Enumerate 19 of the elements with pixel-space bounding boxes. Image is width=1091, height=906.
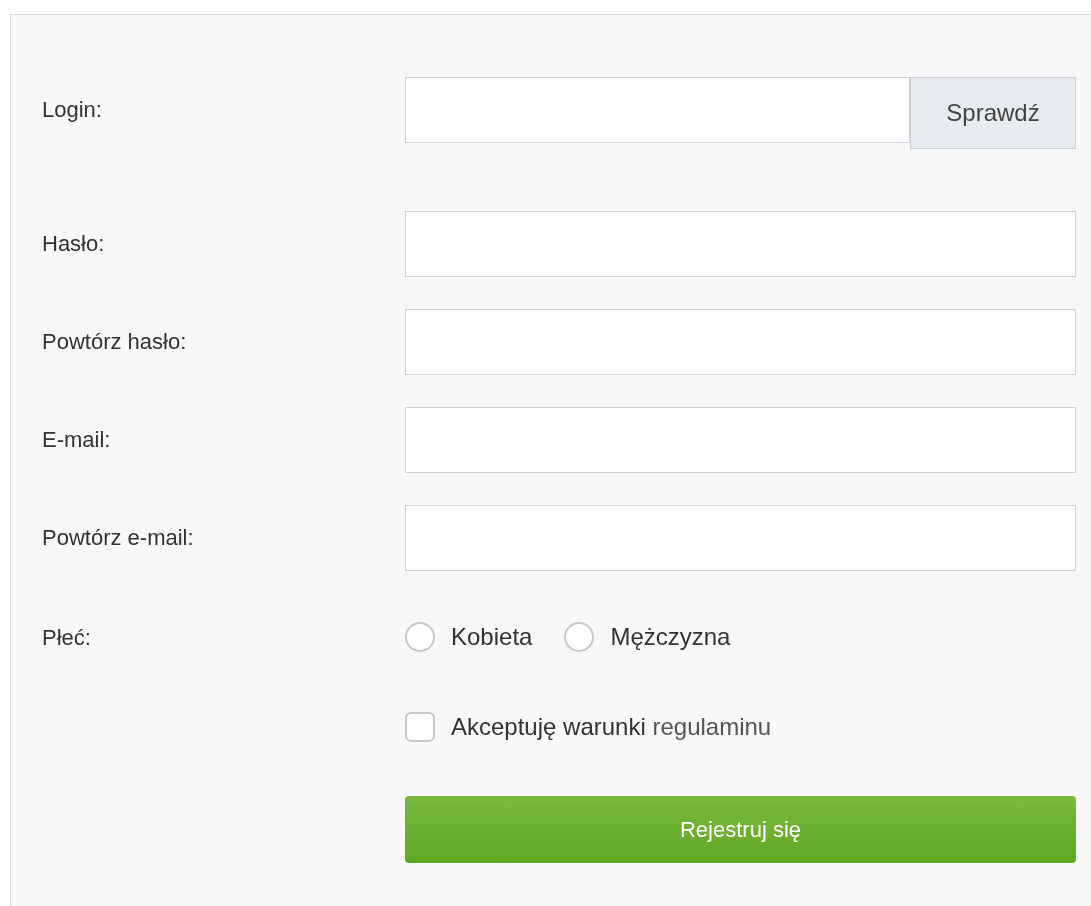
text-field[interactable] — [405, 211, 1076, 277]
field-label: Hasło: — [42, 230, 106, 258]
radio-label: Mężczyzna — [610, 622, 731, 652]
radio-label: Kobieta — [451, 622, 533, 652]
checkbox[interactable] — [405, 712, 435, 742]
field-label: E-mail: — [42, 426, 112, 454]
terms-link[interactable]: regulaminu — [652, 713, 772, 740]
check-button[interactable]: Sprawdź — [910, 77, 1076, 149]
text-field[interactable] — [405, 309, 1076, 375]
text-field[interactable] — [405, 505, 1076, 571]
text-field[interactable] — [405, 77, 910, 143]
terms-text: Akceptuję warunki regulaminu — [451, 712, 772, 742]
field-label: Płeć: — [42, 623, 92, 652]
radio-button[interactable] — [564, 622, 595, 652]
field-label: Powtórz e-mail: — [42, 524, 195, 552]
field-label: Login: — [42, 96, 103, 124]
text-field[interactable] — [405, 407, 1076, 473]
radio-button[interactable] — [405, 622, 435, 652]
field-label: Powtórz hasło: — [42, 328, 188, 356]
